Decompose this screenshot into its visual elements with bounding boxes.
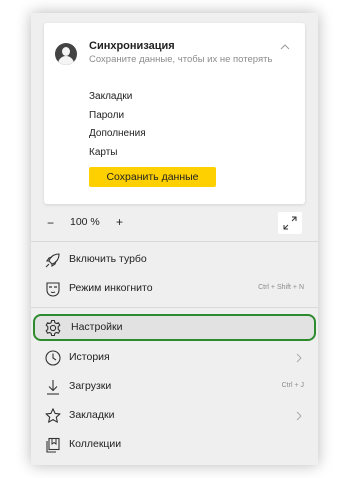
chevron-up-icon[interactable] xyxy=(280,43,290,51)
zoom-out-button[interactable]: − xyxy=(47,216,54,230)
collections-icon xyxy=(46,437,60,453)
fullscreen-button[interactable] xyxy=(278,212,302,234)
menu-item-settings[interactable]: Настройки xyxy=(33,314,316,341)
shortcut-hint: Ctrl + Shift + N xyxy=(258,284,304,291)
sync-item-passwords: Пароли xyxy=(89,109,125,121)
incognito-mask-icon xyxy=(46,282,60,297)
divider xyxy=(31,307,318,308)
menu-item-label: Режим инкогнито xyxy=(69,282,153,294)
menu-item-history[interactable]: История xyxy=(31,343,318,372)
sync-item-cards: Карты xyxy=(89,146,118,158)
menu-item-turbo[interactable]: Включить турбо xyxy=(31,245,318,274)
sync-title: Синхронизация xyxy=(89,40,175,52)
chevron-right-icon xyxy=(296,411,302,421)
rocket-icon xyxy=(45,253,60,268)
browser-main-menu: Синхронизация Сохраните данные, чтобы их… xyxy=(31,13,318,465)
zoom-level: 100 % xyxy=(70,216,100,228)
menu-item-label: Настройки xyxy=(71,321,123,333)
gear-icon xyxy=(45,319,61,337)
divider xyxy=(31,241,318,242)
menu-item-label: Включить турбо xyxy=(69,253,147,265)
download-icon xyxy=(47,380,59,395)
star-icon xyxy=(45,408,61,423)
zoom-in-button[interactable]: + xyxy=(116,215,123,229)
menu-item-label: Загрузки xyxy=(69,380,112,392)
sync-items-list: Закладки Пароли Дополнения Карты xyxy=(89,88,146,162)
zoom-controls: − 100 % + xyxy=(31,205,318,241)
menu-item-label: Закладки xyxy=(69,409,115,421)
save-data-button[interactable]: Сохранить данные xyxy=(89,167,216,187)
chevron-right-icon xyxy=(296,353,302,363)
shortcut-hint: Ctrl + J xyxy=(281,382,304,389)
menu-item-label: Коллекции xyxy=(69,438,122,450)
menu-item-collections[interactable]: Коллекции xyxy=(31,430,318,459)
menu-item-bookmarks[interactable]: Закладки xyxy=(31,401,318,430)
menu-item-incognito[interactable]: Режим инкогнито Ctrl + Shift + N xyxy=(31,274,318,303)
menu-item-label: История xyxy=(69,351,110,363)
user-avatar-icon xyxy=(55,43,77,65)
sync-item-extensions: Дополнения xyxy=(89,128,146,139)
sync-item-bookmarks: Закладки xyxy=(89,91,133,102)
clock-icon xyxy=(45,350,61,366)
expand-icon xyxy=(283,216,297,230)
sync-subtitle: Сохраните данные, чтобы их не потерять xyxy=(89,54,273,65)
menu-item-downloads[interactable]: Загрузки Ctrl + J xyxy=(31,372,318,401)
sync-card: Синхронизация Сохраните данные, чтобы их… xyxy=(44,23,305,204)
